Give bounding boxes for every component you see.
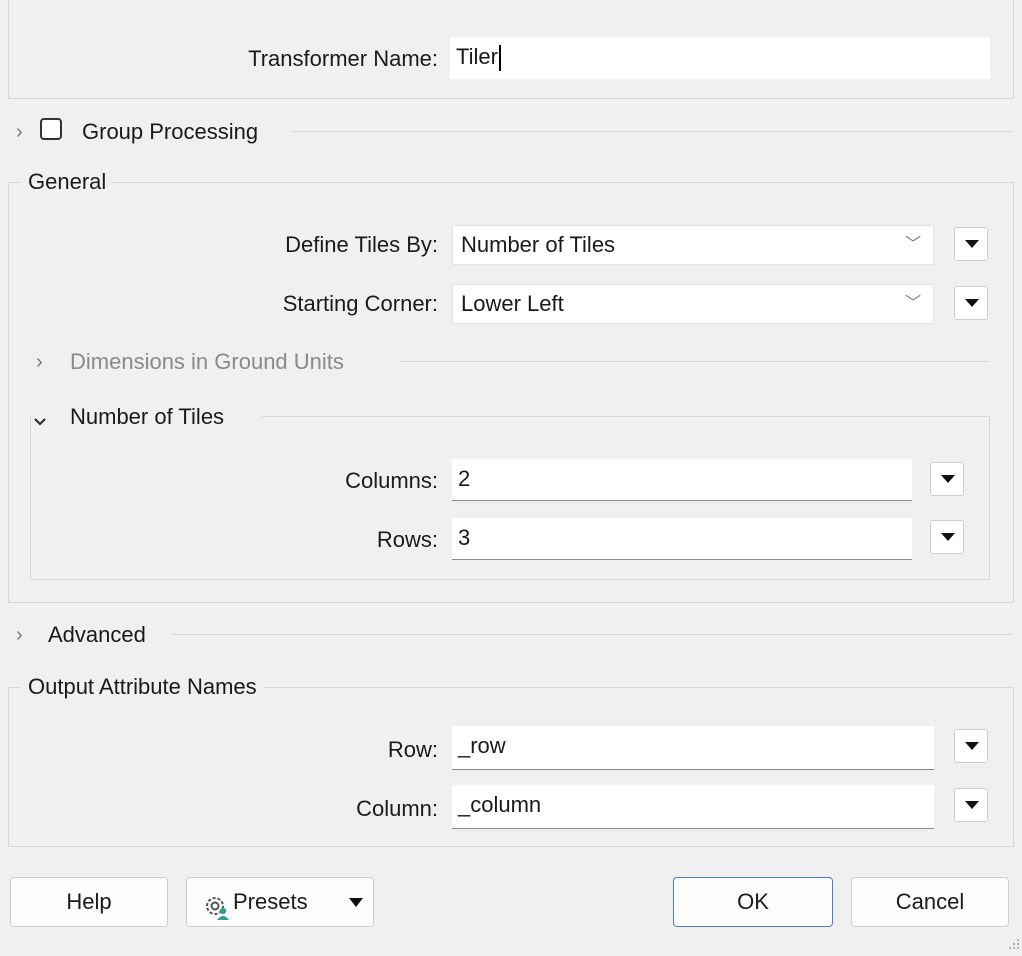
column-attr-menu-button[interactable] [954, 788, 988, 822]
group-processing-checkbox[interactable] [40, 118, 62, 140]
resize-grip[interactable] [1008, 930, 1020, 949]
presets-dropdown-icon [349, 898, 363, 907]
columns-label: Columns: [345, 468, 438, 493]
column-attr-label: Column: [356, 796, 438, 821]
define-tiles-by-value: Number of Tiles [461, 232, 616, 257]
group-processing-divider [292, 131, 1012, 132]
triangle-down-icon [941, 475, 955, 483]
triangle-down-icon [965, 299, 979, 307]
group-processing-expand-icon[interactable]: › [16, 119, 23, 145]
presets-button[interactable]: Presets [186, 877, 374, 927]
advanced-title[interactable]: Advanced [48, 622, 146, 648]
dimensions-section-title[interactable]: Dimensions in Ground Units [70, 349, 344, 375]
transformer-name-value: Tiler [456, 44, 498, 69]
advanced-divider [172, 634, 1012, 635]
triangle-down-icon [965, 742, 979, 750]
column-attr-input[interactable]: _column [452, 785, 934, 829]
general-title: General [20, 169, 113, 195]
define-tiles-by-menu-button[interactable] [954, 227, 988, 261]
starting-corner-label: Starting Corner: [282, 291, 438, 316]
dimensions-expand-icon[interactable]: › [36, 349, 43, 375]
starting-corner-select[interactable]: Lower Left ﹀ [452, 284, 934, 324]
presets-label: Presets [233, 889, 308, 914]
define-tiles-by-label: Define Tiles By: [285, 232, 438, 257]
transformer-name-input[interactable]: Tiler [450, 37, 990, 79]
row-attr-value: _row [458, 733, 506, 758]
starting-corner-value: Lower Left [461, 291, 564, 316]
dimensions-divider [400, 361, 990, 362]
rows-menu-button[interactable] [930, 520, 964, 554]
rows-value: 3 [458, 525, 471, 550]
ok-button[interactable]: OK [673, 877, 833, 927]
transformer-name-label: Transformer Name: [248, 46, 438, 71]
row-attr-input[interactable]: _row [452, 726, 934, 770]
help-button[interactable]: Help [10, 877, 168, 927]
row-attr-label: Row: [387, 737, 438, 762]
triangle-down-icon [941, 533, 955, 541]
chevron-down-icon: ﹀ [904, 236, 921, 253]
rows-input[interactable]: 3 [452, 518, 912, 560]
output-title: Output Attribute Names [20, 674, 263, 700]
chevron-down-icon: ﹀ [904, 295, 921, 312]
number-of-tiles-divider [262, 416, 990, 417]
advanced-expand-icon[interactable]: › [16, 622, 23, 648]
columns-value: 2 [458, 466, 471, 491]
define-tiles-by-select[interactable]: Number of Tiles ﹀ [452, 225, 934, 265]
group-processing-label[interactable]: Group Processing [82, 119, 258, 145]
column-attr-value: _column [458, 792, 542, 817]
rows-label: Rows: [376, 527, 438, 552]
text-cursor [498, 45, 501, 72]
columns-menu-button[interactable] [930, 462, 964, 496]
triangle-down-icon [965, 801, 979, 809]
columns-input[interactable]: 2 [452, 459, 912, 501]
triangle-down-icon [965, 240, 979, 248]
row-attr-menu-button[interactable] [954, 729, 988, 763]
cancel-button[interactable]: Cancel [851, 877, 1009, 927]
starting-corner-menu-button[interactable] [954, 286, 988, 320]
gear-icon [203, 890, 231, 920]
